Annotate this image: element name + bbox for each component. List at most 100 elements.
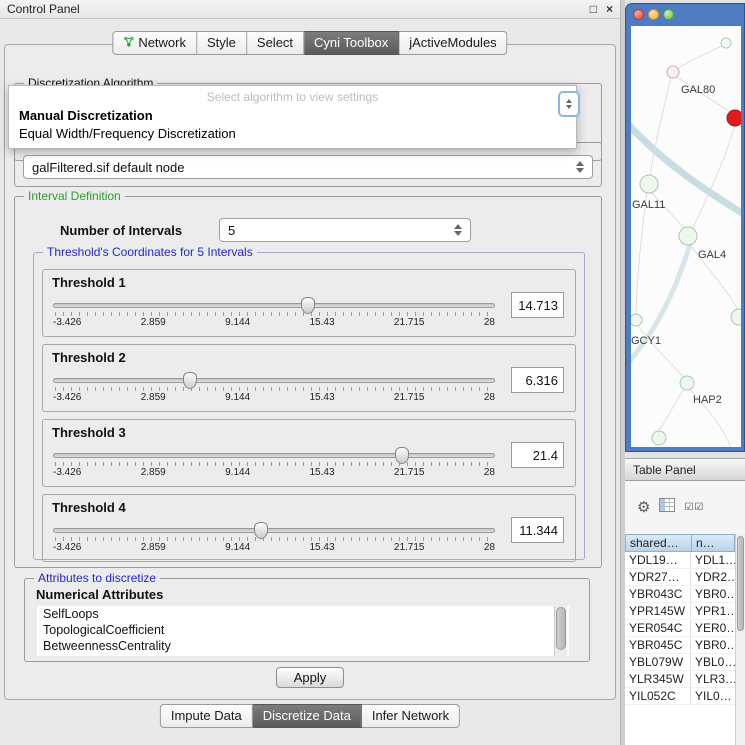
algorithm-combo-stepper[interactable] (558, 91, 580, 117)
threshold-2-value-field[interactable]: 6.316 (511, 367, 564, 393)
cell-name[interactable]: YIL0… (691, 688, 735, 704)
group-title: Attributes to discretize (34, 571, 160, 585)
minimize-traffic-icon[interactable] (648, 9, 659, 20)
attribute-list-item[interactable]: SelfLoops (37, 606, 569, 622)
table-row[interactable]: YIL052C YIL0… (625, 688, 735, 705)
table-row[interactable]: YBR043C YBR0… (625, 586, 735, 603)
tick-label: -3.426 (53, 392, 81, 403)
cell-shared-name[interactable]: YDR27… (625, 569, 691, 585)
threshold-3-value-field[interactable]: 21.4 (511, 442, 564, 468)
threshold-1-value-field[interactable]: 14.713 (511, 292, 564, 318)
threshold-4-value-field[interactable]: 11.344 (511, 517, 564, 543)
cell-shared-name[interactable]: YBL079W (625, 654, 691, 670)
threshold-3-slider[interactable]: -3.4262.8599.14415.4321.71528 (53, 446, 495, 482)
cell-name[interactable]: YBL0… (691, 654, 735, 670)
slider-track[interactable] (53, 303, 495, 308)
tab-network[interactable]: Network (112, 31, 197, 55)
table-row[interactable]: YDR27… YDR2… (625, 569, 735, 586)
threshold-1-slider[interactable]: -3.4262.8599.14415.4321.71528 (53, 296, 495, 332)
tab-impute-data[interactable]: Impute Data (160, 704, 253, 728)
network-node[interactable] (721, 38, 731, 48)
cell-shared-name[interactable]: YIL052C (625, 688, 691, 704)
slider-track[interactable] (53, 528, 495, 533)
table-header-row: shared… n… (625, 534, 735, 552)
attribute-list-item[interactable]: TopologicalCoefficient (37, 622, 569, 638)
network-node[interactable] (680, 376, 694, 390)
number-of-intervals-combobox[interactable]: 5 (219, 218, 471, 242)
network-node[interactable] (679, 227, 697, 245)
slider-thumb[interactable] (254, 522, 268, 539)
table-row[interactable]: YPR145W YPR1… (625, 603, 735, 620)
zoom-traffic-icon[interactable] (663, 9, 674, 20)
network-node[interactable] (667, 66, 679, 78)
tick-label: 21.715 (394, 467, 425, 478)
close-window-button[interactable]: × (606, 2, 613, 16)
tick-label: -3.426 (53, 467, 81, 478)
column-header-name[interactable]: n… (691, 534, 735, 552)
table-row[interactable]: YLR345W YLR3… (625, 671, 735, 688)
tick-label: -3.426 (53, 542, 81, 553)
scrollbar-thumb[interactable] (556, 607, 566, 650)
network-node[interactable] (631, 314, 642, 326)
cell-shared-name[interactable]: YER054C (625, 620, 691, 636)
cell-shared-name[interactable]: YBR043C (625, 586, 691, 602)
network-node-red[interactable] (727, 110, 741, 126)
cell-name[interactable]: YDR2… (691, 569, 735, 585)
select-checkboxes-icon[interactable]: ☑☑ (684, 502, 704, 513)
network-canvas[interactable]: GAL80 GAL11 GAL4 GCY1 HAP2 (631, 26, 741, 447)
cell-name[interactable]: YER0… (691, 620, 735, 636)
cell-shared-name[interactable]: YDL19… (625, 552, 691, 568)
algorithm-option-equal-width[interactable]: Equal Width/Frequency Discretization (9, 125, 576, 143)
network-node[interactable] (652, 431, 666, 445)
table-row[interactable]: YBR045C YBR0… (625, 637, 735, 654)
tab-style[interactable]: Style (197, 31, 247, 55)
numerical-attributes-list[interactable]: SelfLoopsTopologicalCoefficientBetweenne… (37, 606, 569, 656)
tab-jactivemodules[interactable]: jActiveModules (399, 31, 507, 55)
slider-track[interactable] (53, 378, 495, 383)
table-row[interactable]: YDL19… YDL1… (625, 552, 735, 569)
tick-label: 2.859 (141, 392, 166, 403)
cell-name[interactable]: YBR0… (691, 586, 735, 602)
scrollbar-thumb[interactable] (737, 536, 744, 631)
attribute-list-item[interactable]: BetweennessCentrality (37, 638, 569, 654)
column-header-shared-name[interactable]: shared… (625, 534, 691, 552)
table-row[interactable]: YER054C YER0… (625, 620, 735, 637)
algorithm-option-manual[interactable]: Manual Discretization (9, 107, 576, 125)
slider-thumb[interactable] (183, 372, 197, 389)
slider-thumb[interactable] (301, 297, 315, 314)
tab-label: Network (138, 35, 186, 50)
network-icon (123, 35, 134, 50)
cell-shared-name[interactable]: YBR045C (625, 637, 691, 653)
node-label: GAL80 (681, 84, 715, 96)
tab-infer-network[interactable]: Infer Network (362, 704, 460, 728)
tab-discretize-data[interactable]: Discretize Data (253, 704, 362, 728)
cell-name[interactable]: YDL1… (691, 552, 735, 568)
close-traffic-icon[interactable] (633, 9, 644, 20)
attributes-scrollbar[interactable] (554, 606, 567, 656)
stepper-icon (576, 161, 584, 173)
table-panel-header[interactable]: Table Panel (625, 458, 745, 481)
network-node[interactable] (731, 309, 741, 325)
slider-track[interactable] (53, 453, 495, 458)
cell-name[interactable]: YLR3… (691, 671, 735, 687)
tab-select[interactable]: Select (247, 31, 304, 55)
gear-icon[interactable]: ⚙ (637, 500, 650, 515)
cell-name[interactable]: YBR0… (691, 637, 735, 653)
table-data-combobox[interactable]: galFiltered.sif default node (23, 155, 593, 179)
table-scrollbar[interactable] (735, 534, 745, 745)
cell-shared-name[interactable]: YLR345W (625, 671, 691, 687)
tab-cyni-toolbox[interactable]: Cyni Toolbox (304, 31, 399, 55)
cell-shared-name[interactable]: YPR145W (625, 603, 691, 619)
number-of-intervals-value: 5 (228, 223, 235, 238)
threshold-2-slider[interactable]: -3.4262.8599.14415.4321.71528 (53, 371, 495, 407)
slider-ticks (55, 537, 493, 541)
table-row[interactable]: YBL079W YBL0… (625, 654, 735, 671)
float-window-button[interactable]: □ (590, 2, 597, 16)
network-node[interactable] (640, 175, 658, 193)
column-selector-icon[interactable] (659, 498, 675, 517)
cell-name[interactable]: YPR1… (691, 603, 735, 619)
threshold-4-slider[interactable]: -3.4262.8599.14415.4321.71528 (53, 521, 495, 557)
attributes-group: Attributes to discretize Numerical Attri… (24, 578, 590, 662)
apply-button[interactable]: Apply (276, 667, 344, 688)
slider-scale: -3.4262.8599.14415.4321.71528 (53, 542, 495, 553)
